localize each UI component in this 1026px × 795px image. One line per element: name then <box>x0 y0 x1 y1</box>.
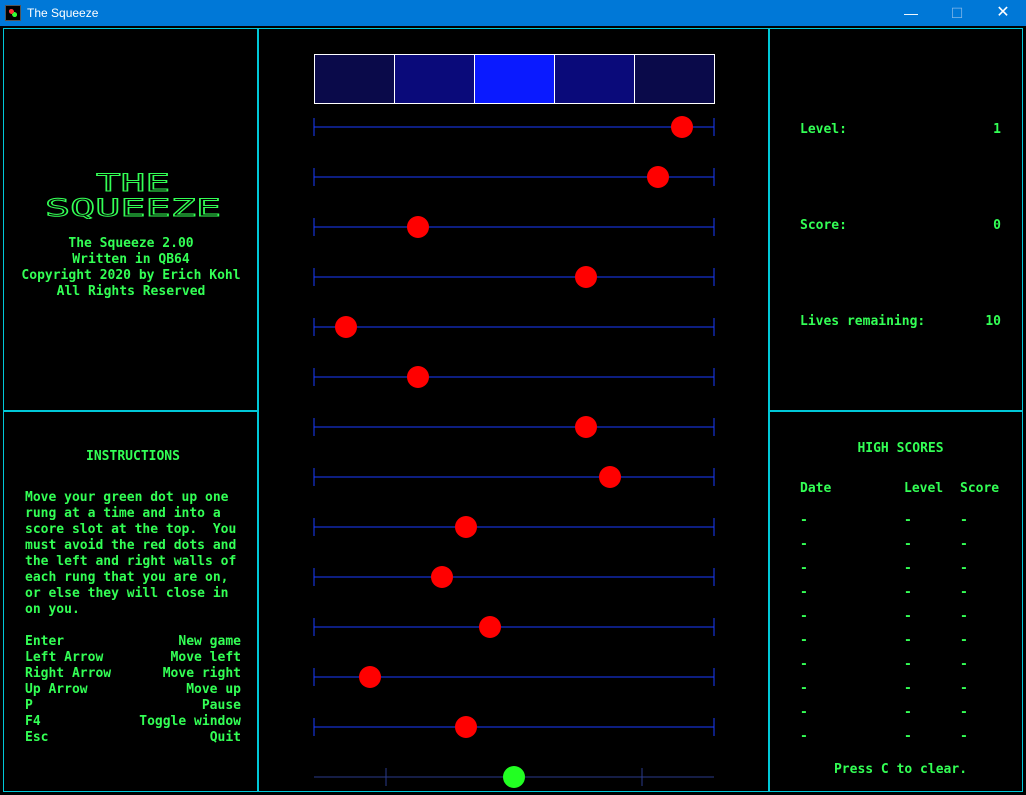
high-score-date: - <box>800 561 808 576</box>
credit-version: The Squeeze 2.00 <box>68 236 194 251</box>
key-name: Esc <box>25 730 49 745</box>
high-score-value: - <box>960 657 968 672</box>
red-dot <box>455 716 477 738</box>
key-name: F4 <box>25 714 41 729</box>
key-action: New game <box>178 634 241 649</box>
high-score-level: - <box>904 681 912 696</box>
red-dot <box>479 616 501 638</box>
key-name: P <box>25 698 33 713</box>
game-screen: THE SQUEEZE The Squeeze 2.00 Written in … <box>0 26 1026 795</box>
instructions-panel: INSTRUCTIONS Move your green dot up one … <box>3 410 259 792</box>
high-score-level: - <box>904 537 912 552</box>
score-label: Score: <box>800 218 847 233</box>
high-score-date: - <box>800 513 808 528</box>
high-score-level: - <box>904 705 912 720</box>
instructions-line: the left and right walls of <box>25 554 237 569</box>
game-logo: THE SQUEEZE <box>44 169 222 223</box>
high-score-level: - <box>904 609 912 624</box>
high-score-value: - <box>960 561 968 576</box>
score-value: 0 <box>993 218 1001 233</box>
high-score-value: - <box>960 513 968 528</box>
instructions-line: each rung that you are on, <box>25 570 229 585</box>
instructions-line: or else they will close in <box>25 586 229 601</box>
red-dot <box>407 216 429 238</box>
key-action: Quit <box>209 730 241 745</box>
high-score-date: - <box>800 633 808 648</box>
high-score-value: - <box>960 729 968 744</box>
credit-rights: All Rights Reserved <box>56 284 206 299</box>
high-score-date: - <box>800 657 808 672</box>
red-dot <box>407 366 429 388</box>
instructions-line: on you. <box>25 602 80 617</box>
red-dot <box>575 416 597 438</box>
title-bar[interactable]: The Squeeze — ☐ ✕ <box>0 0 1026 26</box>
red-dot <box>599 466 621 488</box>
red-dot <box>671 116 693 138</box>
key-action: Toggle window <box>139 714 241 729</box>
high-score-level: - <box>904 657 912 672</box>
maximize-button[interactable]: ☐ <box>934 0 980 26</box>
app-icon <box>5 5 21 21</box>
high-score-value: - <box>960 609 968 624</box>
credit-language: Written in QB64 <box>72 252 190 267</box>
key-action: Move up <box>186 682 241 697</box>
high-score-level: - <box>904 585 912 600</box>
key-name: Right Arrow <box>25 666 112 681</box>
high-score-date: - <box>800 729 808 744</box>
column-date: Date <box>800 481 832 496</box>
key-action: Pause <box>201 698 241 713</box>
high-score-value: - <box>960 585 968 600</box>
high-score-value: - <box>960 705 968 720</box>
red-dot <box>335 316 357 338</box>
column-score: Score <box>960 481 1000 496</box>
key-action: Move left <box>170 650 241 665</box>
column-level: Level <box>904 481 944 496</box>
high-scores-panel: HIGH SCORES Date Level Score - - - - - - - - - - -… <box>768 410 1023 792</box>
lives-label: Lives remaining: <box>800 314 926 329</box>
stats-panel: Level: 1 Score: 0 Lives remaining: 10 <box>768 28 1023 412</box>
close-button[interactable]: ✕ <box>980 0 1026 26</box>
high-score-date: - <box>800 705 808 720</box>
red-dot <box>575 266 597 288</box>
window-title: The Squeeze <box>27 6 99 20</box>
rungs <box>313 116 715 788</box>
lives-value: 10 <box>985 314 1001 329</box>
high-score-level: - <box>904 561 912 576</box>
key-action: Move right <box>162 666 241 681</box>
high-score-level: - <box>904 513 912 528</box>
red-dot <box>359 666 381 688</box>
logo-line-2: SQUEEZE <box>45 194 221 219</box>
instructions-line: Move your green dot up one <box>25 490 229 505</box>
high-score-date: - <box>800 609 808 624</box>
level-label: Level: <box>800 122 847 137</box>
credit-copyright: Copyright 2020 by Erich Kohl <box>21 268 241 283</box>
high-score-value: - <box>960 537 968 552</box>
instructions-line: must avoid the red dots and <box>25 538 237 553</box>
key-name: Up Arrow <box>25 682 88 697</box>
red-dot <box>647 166 669 188</box>
high-score-level: - <box>904 729 912 744</box>
instructions-heading: INSTRUCTIONS <box>86 449 180 464</box>
high-scores-heading: HIGH SCORES <box>857 441 944 456</box>
high-score-value: - <box>960 633 968 648</box>
red-dot <box>455 516 477 538</box>
instructions-line: score slot at the top. You <box>25 522 237 537</box>
instructions-line: rung at a time and into a <box>25 506 221 521</box>
minimize-button[interactable]: — <box>888 0 934 26</box>
key-name: Left Arrow <box>25 650 104 665</box>
title-panel: THE SQUEEZE The Squeeze 2.00 Written in … <box>3 28 259 412</box>
high-score-date: - <box>800 537 808 552</box>
clear-hint: Press C to clear. <box>833 762 968 777</box>
player-green-dot <box>503 766 525 788</box>
key-name: Enter <box>25 634 65 649</box>
high-score-level: - <box>904 633 912 648</box>
level-value: 1 <box>993 122 1001 137</box>
high-score-date: - <box>800 681 808 696</box>
red-dot <box>431 566 453 588</box>
high-score-date: - <box>800 585 808 600</box>
logo-line-1: THE <box>96 169 170 197</box>
high-score-value: - <box>960 681 968 696</box>
play-field <box>257 28 770 792</box>
